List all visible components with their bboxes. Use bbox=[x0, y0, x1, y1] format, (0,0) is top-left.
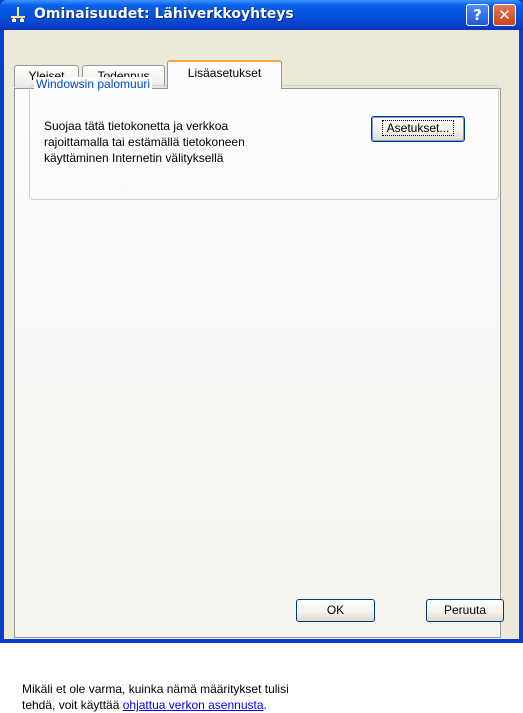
title-bar[interactable]: Ominaisuudet: Lähiverkkoyhteys ? ✕ bbox=[0, 0, 523, 30]
hint-line-2-prefix: tehdä, voit käyttää bbox=[22, 698, 123, 712]
network-connection-icon bbox=[11, 7, 25, 22]
hint-line-2: tehdä, voit käyttää ohjattua verkon asen… bbox=[22, 697, 289, 713]
window-title: Ominaisuudet: Lähiverkkoyhteys bbox=[34, 6, 294, 22]
help-button[interactable]: ? bbox=[466, 4, 489, 26]
close-button[interactable]: ✕ bbox=[493, 4, 516, 26]
settings-button-label: Asetukset... bbox=[381, 120, 455, 136]
hint-line-2-suffix: . bbox=[263, 698, 267, 712]
firewall-description: Suojaa tätä tietokonetta ja verkkoa rajo… bbox=[44, 119, 245, 165]
hint-line-1: Mikäli et ole varma, kuinka nämä määrity… bbox=[22, 682, 289, 696]
tab-lisaasetukset[interactable]: Lisäasetukset bbox=[167, 60, 282, 89]
ok-button[interactable]: OK bbox=[296, 599, 375, 622]
firewall-group-title: Windowsin palomuuri bbox=[34, 77, 153, 91]
help-icon: ? bbox=[473, 6, 482, 24]
close-icon: ✕ bbox=[498, 6, 511, 24]
cancel-button[interactable]: Peruuta bbox=[426, 599, 504, 622]
firewall-groupbox: Windowsin palomuuri Suojaa tätä tietokon… bbox=[29, 77, 499, 200]
properties-window: Ominaisuudet: Lähiverkkoyhteys ? ✕ Yleis… bbox=[0, 0, 523, 712]
network-setup-hint: Mikäli et ole varma, kuinka nämä määrity… bbox=[22, 681, 289, 713]
firewall-settings-button[interactable]: Asetukset... bbox=[371, 116, 465, 142]
network-setup-wizard-link[interactable]: ohjattua verkon asennusta bbox=[123, 698, 264, 712]
